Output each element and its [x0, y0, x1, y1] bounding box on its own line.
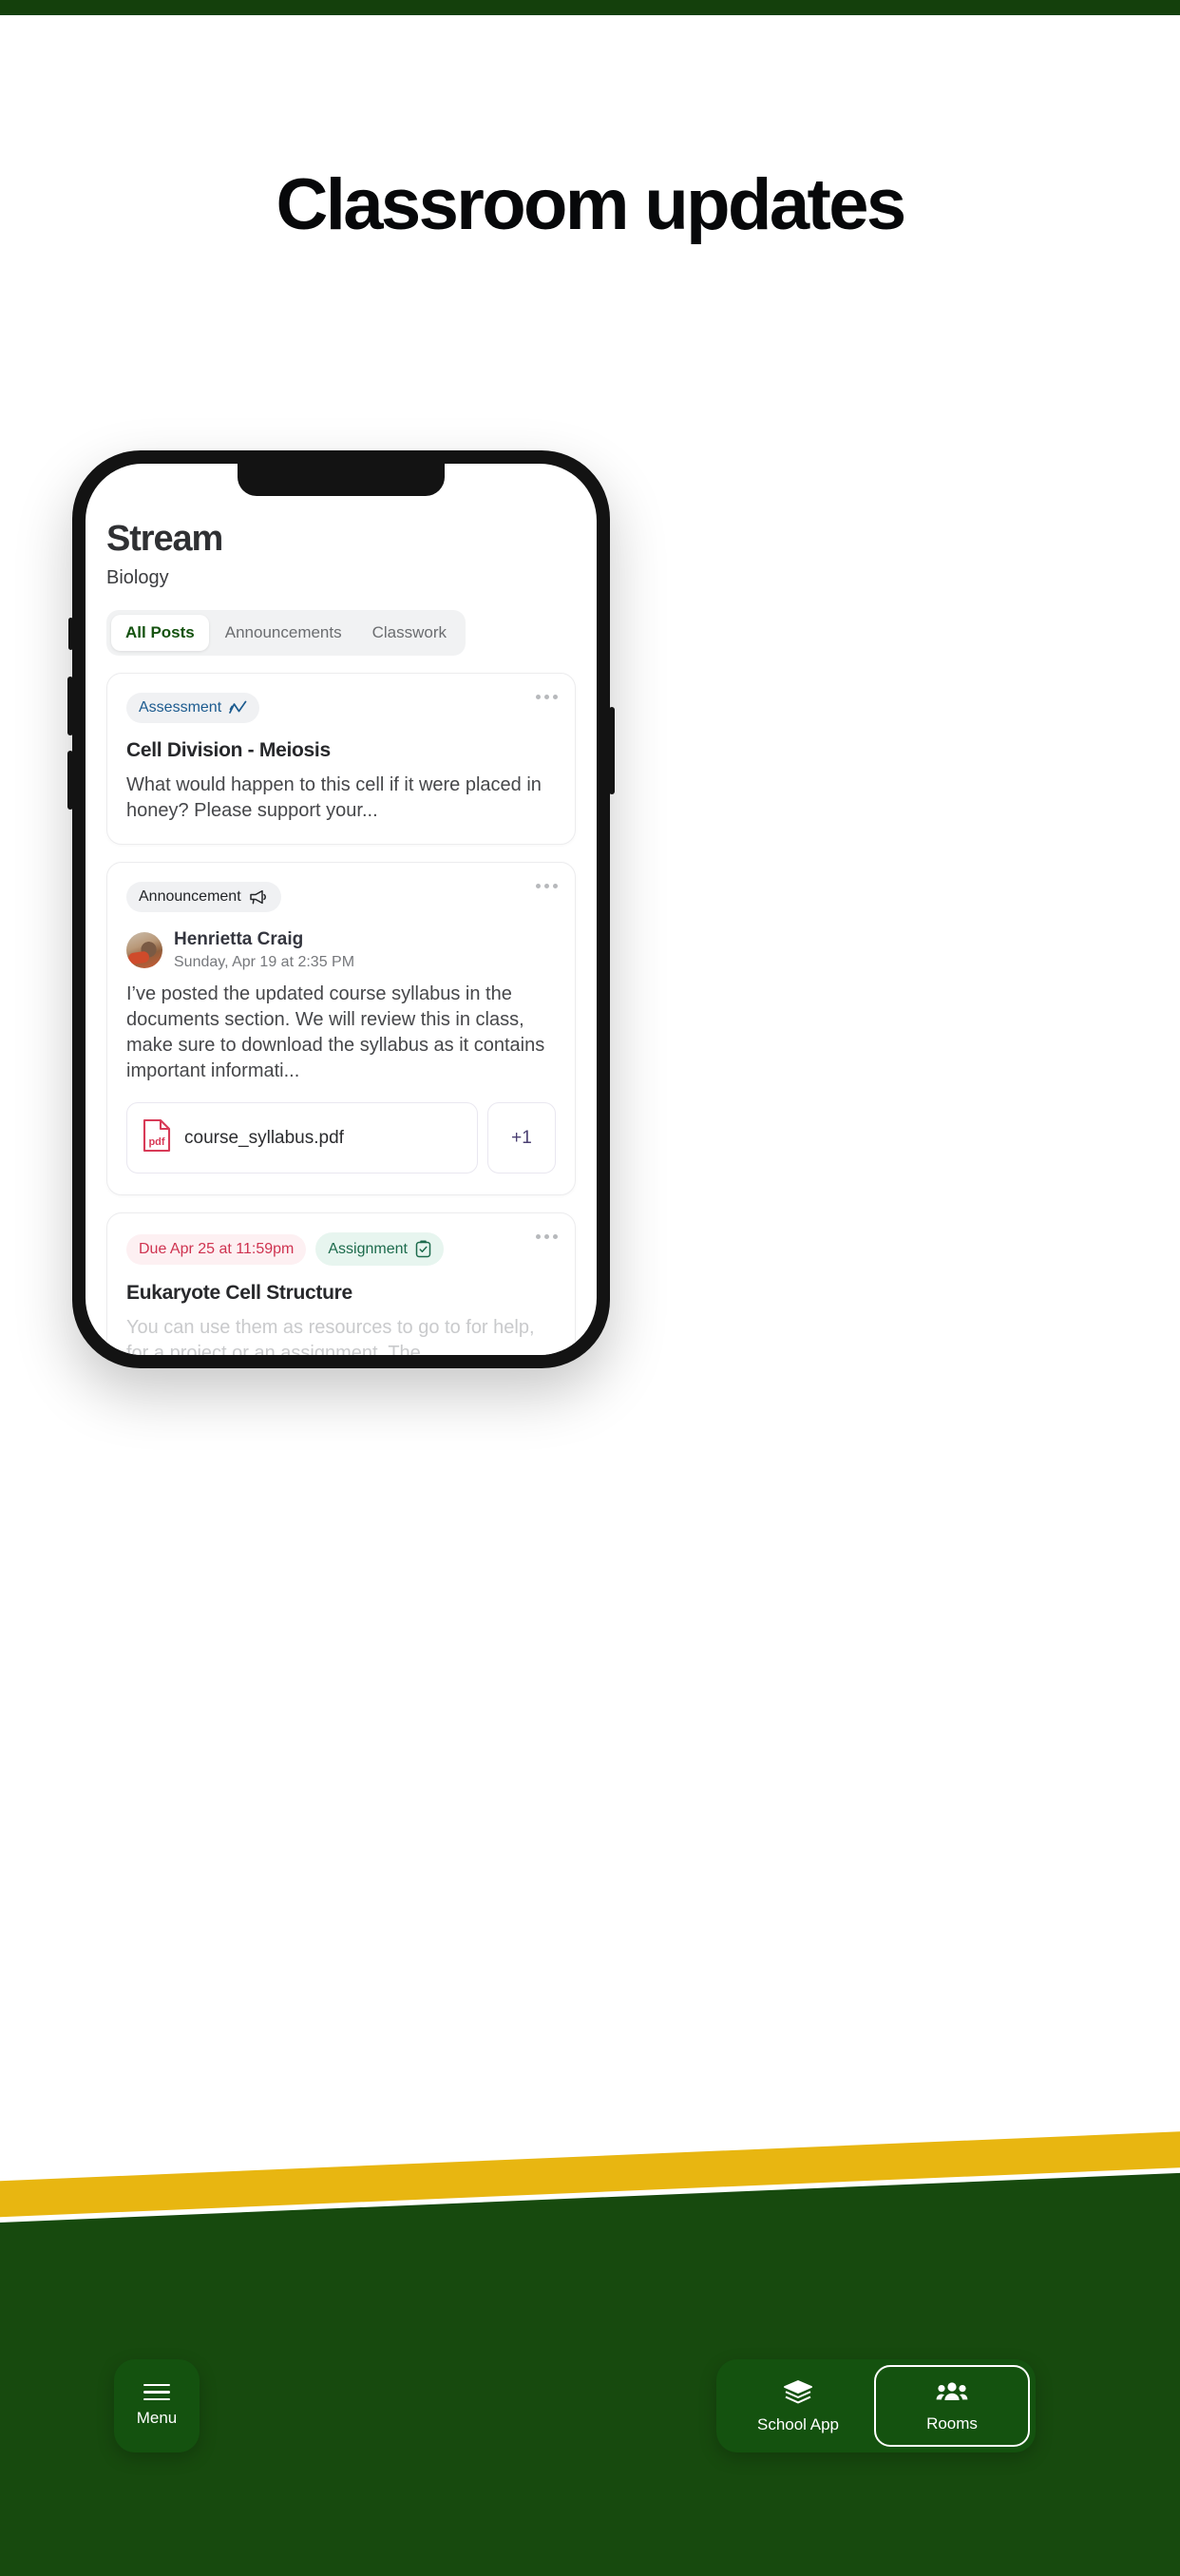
tab-all-posts[interactable]: All Posts — [111, 614, 209, 651]
pdf-file-icon: pdf — [143, 1118, 171, 1157]
post-body: What would happen to this cell if it wer… — [126, 773, 542, 821]
top-green-strip — [0, 0, 1180, 15]
badge-row: Announcement — [126, 882, 556, 913]
class-name-subtitle: Biology — [106, 566, 169, 588]
trend-chart-icon — [229, 700, 247, 715]
hamburger-icon — [143, 2383, 170, 2401]
phone-volume-up-button — [67, 677, 73, 735]
badge-row: Assessment — [126, 692, 556, 723]
badge-label: Assignment — [328, 1240, 408, 1257]
phone-power-button — [609, 707, 615, 794]
stream-heading: Stream — [106, 519, 223, 559]
clipboard-check-icon — [415, 1240, 431, 1258]
bottom-brand-bands — [0, 2044, 1180, 2576]
tab-announcements[interactable]: Announcements — [211, 615, 356, 651]
badge-label: Announcement — [139, 888, 241, 906]
megaphone-icon — [249, 889, 269, 905]
app-content: Stream Biology All Posts Announcements C… — [86, 464, 597, 1355]
attachment-row: pdf course_syllabus.pdf +1 — [126, 1102, 556, 1174]
post-card-announcement[interactable]: Announcement Henrietta Craig Sunday, Apr… — [106, 862, 576, 1196]
badge-label: Assessment — [139, 698, 222, 716]
phone-mockup: Stream Biology All Posts Announcements C… — [67, 450, 615, 1368]
post-card-assessment[interactable]: Assessment Cell Division - Meiosis What … — [106, 672, 576, 846]
filter-tabs: All Posts Announcements Classwork — [106, 609, 466, 656]
badge-row: Due Apr 25 at 11:59pm Assignment — [126, 1232, 556, 1267]
phone-screen: Stream Biology All Posts Announcements C… — [86, 464, 597, 1355]
post-timestamp: Sunday, Apr 19 at 2:35 PM — [174, 954, 355, 971]
more-options-icon[interactable] — [536, 694, 558, 699]
phone-volume-down-button — [67, 751, 73, 810]
due-date-badge: Due Apr 25 at 11:59pm — [126, 1233, 307, 1265]
avatar — [126, 932, 162, 969]
status-badge-assessment: Assessment — [126, 692, 260, 723]
nav-item-school-app[interactable]: School App — [722, 2365, 874, 2447]
attachment-filename: course_syllabus.pdf — [184, 1127, 344, 1148]
post-body: You can use them as resources to go to f… — [126, 1317, 535, 1355]
post-author: Henrietta Craig Sunday, Apr 19 at 2:35 P… — [126, 929, 556, 971]
nav-pill: School App Rooms — [716, 2359, 1036, 2452]
layers-icon — [783, 2379, 813, 2409]
more-options-icon[interactable] — [536, 1234, 558, 1240]
author-name: Henrietta Craig — [174, 929, 304, 950]
post-card-assignment[interactable]: Due Apr 25 at 11:59pm Assignment Eukaryo… — [106, 1212, 576, 1355]
post-title: Eukaryote Cell Structure — [126, 1282, 352, 1305]
people-group-icon — [936, 2380, 968, 2408]
nav-item-label: School App — [756, 2415, 839, 2433]
phone-notch — [238, 464, 445, 496]
post-title: Cell Division - Meiosis — [126, 738, 331, 761]
svg-text:pdf: pdf — [148, 1136, 164, 1148]
status-badge-announcement: Announcement — [126, 882, 281, 913]
attachment-more-button[interactable]: +1 — [487, 1102, 556, 1174]
phone-mute-switch — [68, 618, 73, 650]
marketing-screenshot: Classroom updates Stream Biology All Pos… — [0, 0, 1180, 2576]
status-badge-assignment: Assignment — [315, 1232, 444, 1267]
nav-item-label: Rooms — [926, 2414, 978, 2433]
tab-classwork[interactable]: Classwork — [358, 615, 461, 651]
menu-button[interactable]: Menu — [114, 2359, 200, 2452]
author-text-block: Henrietta Craig Sunday, Apr 19 at 2:35 P… — [174, 929, 354, 971]
menu-button-label: Menu — [136, 2409, 178, 2428]
attachment-pdf[interactable]: pdf course_syllabus.pdf — [126, 1102, 478, 1174]
post-body: I’ve posted the updated course syllabus … — [126, 983, 545, 1081]
page-title: Classroom updates — [276, 164, 906, 245]
nav-item-rooms[interactable]: Rooms — [874, 2365, 1030, 2447]
more-options-icon[interactable] — [536, 884, 558, 889]
